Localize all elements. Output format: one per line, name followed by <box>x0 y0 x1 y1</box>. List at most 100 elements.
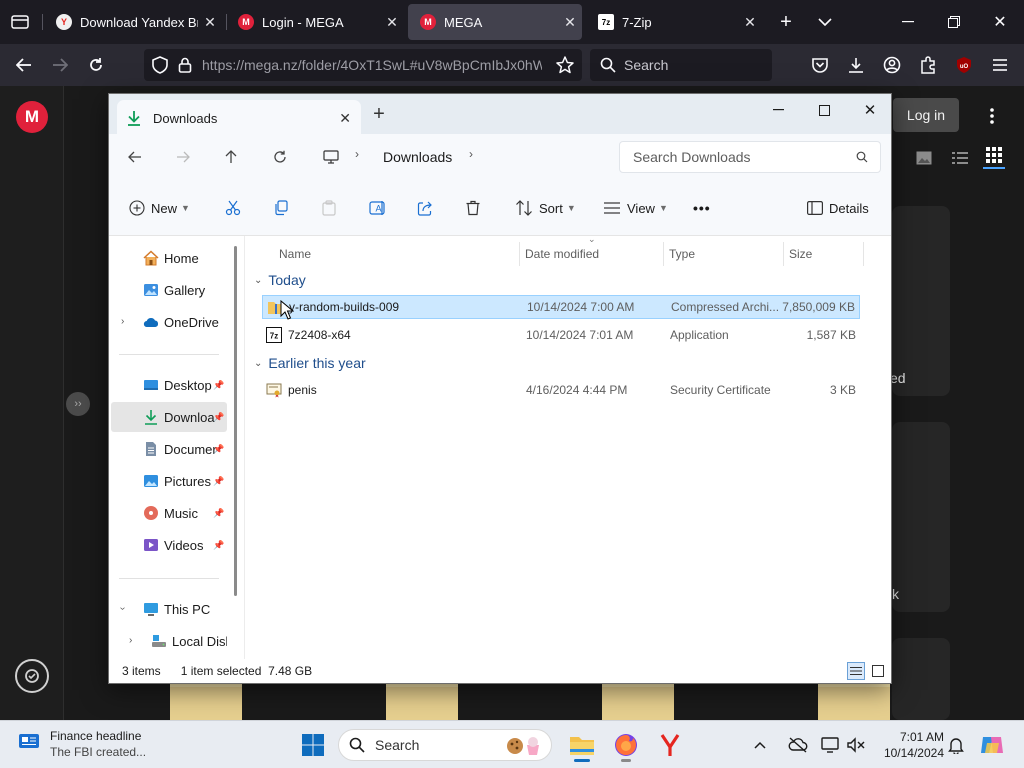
pocket-icon[interactable] <box>808 53 832 77</box>
sync-icon[interactable] <box>15 659 49 693</box>
refresh-icon[interactable] <box>266 145 294 169</box>
delete-button[interactable] <box>465 194 481 222</box>
new-tab-icon[interactable]: + <box>774 10 798 34</box>
nav-local-disk[interactable]: Local Disk <box>111 626 227 656</box>
paste-button[interactable] <box>321 194 337 222</box>
image-view-icon[interactable] <box>912 146 936 170</box>
copy-button[interactable] <box>273 194 289 222</box>
nav-documents[interactable]: Documer <box>111 434 227 464</box>
tab-login-mega[interactable]: M Login - MEGA ✕ <box>226 4 404 40</box>
file-explorer-taskbar-icon[interactable] <box>564 727 600 763</box>
nav-downloads[interactable]: Downloa <box>111 402 227 432</box>
mega-folder-icon[interactable] <box>170 684 242 720</box>
more-options-button[interactable]: ••• <box>693 194 711 222</box>
mega-folder-card[interactable] <box>892 422 950 612</box>
pin-icon[interactable]: 📌 <box>213 412 224 423</box>
pin-icon[interactable]: 📌 <box>213 476 224 487</box>
network-offline-icon[interactable] <box>784 727 812 763</box>
login-button[interactable]: Log in <box>893 98 959 132</box>
details-button[interactable]: Details <box>807 194 869 222</box>
mega-folder-icon[interactable] <box>386 684 458 720</box>
view-button[interactable]: View ▼ <box>603 194 668 222</box>
notification-bell-icon[interactable] <box>944 727 968 763</box>
grid-view-icon[interactable] <box>982 144 1006 172</box>
pin-icon[interactable]: 📌 <box>213 444 224 455</box>
collapse-sidebar-icon[interactable]: ›› <box>66 392 90 416</box>
breadcrumb-chevron-icon[interactable]: › <box>355 147 359 161</box>
close-tab-icon[interactable]: ✕ <box>339 110 351 127</box>
close-tab-icon[interactable]: ✕ <box>558 14 582 31</box>
url-bar[interactable]: https://mega.nz/folder/4OxT1SwL#uV8wBpCm… <box>144 49 582 81</box>
news-widget-icon[interactable] <box>18 731 40 751</box>
pin-icon[interactable]: 📌 <box>213 380 224 391</box>
breadcrumb-chevron-icon[interactable]: › <box>469 147 473 161</box>
restore-icon[interactable] <box>942 10 966 34</box>
forward-icon[interactable] <box>48 53 72 77</box>
account-icon[interactable] <box>880 53 904 77</box>
taskbar-search-box[interactable]: Search <box>338 729 552 761</box>
mega-folder-icon[interactable] <box>818 684 890 720</box>
volume-muted-icon[interactable] <box>842 727 870 763</box>
new-button[interactable]: New ▼ <box>129 194 190 222</box>
group-header-today[interactable]: ⌄ Today <box>254 268 306 292</box>
mega-folder-icon[interactable] <box>602 684 674 720</box>
minimize-icon[interactable] <box>896 10 920 34</box>
breadcrumb-downloads[interactable]: Downloads <box>383 149 452 165</box>
explorer-search-input[interactable]: Search Downloads <box>619 141 881 173</box>
lock-icon[interactable] <box>178 57 192 73</box>
tab-list-chevron-icon[interactable] <box>813 10 837 34</box>
back-icon[interactable] <box>12 53 36 77</box>
nav-pictures[interactable]: Pictures <box>111 466 227 496</box>
column-header-size[interactable]: Size <box>784 242 864 266</box>
mega-folder-card[interactable] <box>892 638 950 720</box>
menu-hamburger-icon[interactable] <box>988 53 1012 77</box>
forward-icon[interactable] <box>169 145 197 169</box>
file-row[interactable]: y-random-builds-009 10/14/2024 7:00 AM C… <box>262 295 860 319</box>
new-tab-icon[interactable]: + <box>363 98 395 130</box>
this-pc-icon[interactable] <box>317 145 345 169</box>
system-clock[interactable]: 7:01 AM 10/14/2024 <box>876 729 944 761</box>
group-header-earlier[interactable]: ⌄ Earlier this year <box>254 351 366 375</box>
column-header-type[interactable]: Type <box>664 242 784 266</box>
back-icon[interactable] <box>121 145 149 169</box>
close-tab-icon[interactable]: ✕ <box>198 14 222 31</box>
nav-gallery[interactable]: Gallery <box>111 275 227 305</box>
nav-home[interactable]: Home <box>111 243 227 273</box>
tab-yandex[interactable]: Y Download Yandex Brow ✕ <box>44 4 222 40</box>
mega-folder-card[interactable] <box>892 206 950 396</box>
display-icon[interactable] <box>816 727 844 763</box>
more-vertical-icon[interactable] <box>980 104 1004 128</box>
column-header-name[interactable]: Name <box>274 242 520 266</box>
file-row[interactable]: 7z 7z2408-x64 10/14/2024 7:01 AM Applica… <box>262 323 860 347</box>
start-button[interactable] <box>295 727 331 763</box>
nav-music[interactable]: Music <box>111 498 227 528</box>
pin-icon[interactable]: 📌 <box>213 508 224 519</box>
column-header-date[interactable]: Date modified <box>520 242 664 266</box>
extensions-icon[interactable] <box>916 53 940 77</box>
details-view-icon[interactable] <box>847 662 865 680</box>
nav-desktop[interactable]: Desktop <box>111 370 227 400</box>
tab-mega[interactable]: M MEGA ✕ <box>408 4 582 40</box>
share-button[interactable] <box>417 194 433 222</box>
close-tab-icon[interactable]: ✕ <box>738 14 762 31</box>
file-row[interactable]: penis 4/16/2024 4:44 PM Security Certifi… <box>262 378 860 402</box>
firefox-icon[interactable] <box>608 727 644 763</box>
minimize-icon[interactable] <box>755 94 801 126</box>
nav-onedrive[interactable]: OneDrive <box>111 307 227 337</box>
tab-overview-icon[interactable] <box>8 10 32 34</box>
browser-search-bar[interactable]: Search <box>590 49 772 81</box>
nav-scrollbar[interactable] <box>234 246 237 596</box>
mega-logo-icon[interactable]: M <box>16 101 48 133</box>
sort-button[interactable]: Sort ▼ <box>515 194 576 222</box>
nav-videos[interactable]: Videos <box>111 530 227 560</box>
close-window-icon[interactable]: ✕ <box>988 10 1012 34</box>
bookmark-star-icon[interactable] <box>556 56 574 74</box>
explorer-tab-downloads[interactable]: Downloads ✕ <box>117 100 361 136</box>
copilot-icon[interactable] <box>976 727 1008 763</box>
downloads-icon[interactable] <box>844 53 868 77</box>
yandex-browser-icon[interactable] <box>652 727 688 763</box>
up-arrow-icon[interactable] <box>217 145 245 169</box>
cut-button[interactable] <box>225 194 241 222</box>
tab-7zip[interactable]: 7z 7-Zip ✕ <box>586 4 762 40</box>
pin-icon[interactable]: 📌 <box>213 540 224 551</box>
